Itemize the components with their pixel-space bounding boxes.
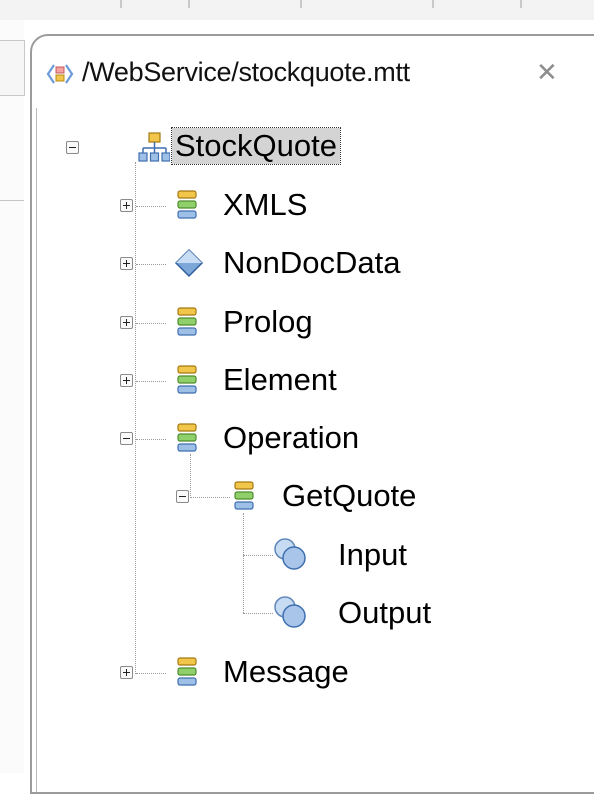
tree-node-element[interactable]: Element	[223, 362, 337, 398]
element-list-icon	[234, 481, 254, 510]
tree-node-getquote[interactable]: GetQuote	[282, 478, 416, 514]
expand-toggle-prolog[interactable]	[120, 316, 133, 329]
tree-node-message[interactable]: Message	[223, 654, 349, 690]
element-list-icon	[177, 365, 197, 394]
tree-node-stockquote[interactable]: StockQuote	[171, 127, 341, 165]
tree-connector	[136, 439, 166, 440]
tree-node-input[interactable]: Input	[338, 537, 407, 573]
tree-connector	[190, 454, 191, 496]
element-list-icon	[177, 657, 197, 686]
expand-toggle-nondocdata[interactable]	[120, 257, 133, 270]
element-list-icon	[177, 307, 197, 336]
tree-connector	[243, 555, 273, 556]
message-icon	[274, 538, 306, 570]
tree-connector	[136, 323, 166, 324]
element-list-icon	[177, 190, 197, 219]
collapse-toggle-getquote[interactable]	[176, 490, 189, 503]
tree-connector	[136, 206, 166, 207]
tree-node-nondocdata[interactable]: NonDocData	[223, 245, 400, 281]
collapse-toggle-root[interactable]	[66, 141, 79, 154]
element-list-icon	[177, 423, 197, 452]
expand-toggle-xmls[interactable]	[120, 199, 133, 212]
tree-node-prolog[interactable]: Prolog	[223, 304, 313, 340]
tree-connector	[136, 264, 166, 265]
message-icon	[274, 596, 306, 628]
tree-connector	[136, 673, 166, 674]
tree-connector	[243, 513, 244, 613]
expand-toggle-message[interactable]	[120, 666, 133, 679]
outline-tree: StockQuote XMLS NonDocData Prolog Elemen…	[0, 0, 594, 773]
expand-toggle-element[interactable]	[120, 374, 133, 387]
tree-connector	[243, 613, 273, 614]
tree-connector	[190, 497, 230, 498]
tree-node-operation[interactable]: Operation	[223, 420, 359, 456]
tree-node-xmls[interactable]: XMLS	[223, 187, 307, 223]
diamond-icon	[174, 248, 204, 278]
collapse-toggle-operation[interactable]	[120, 432, 133, 445]
hierarchy-icon	[138, 132, 170, 162]
tree-node-output[interactable]: Output	[338, 595, 431, 631]
tree-connector	[136, 381, 166, 382]
tree-connector	[135, 162, 136, 674]
